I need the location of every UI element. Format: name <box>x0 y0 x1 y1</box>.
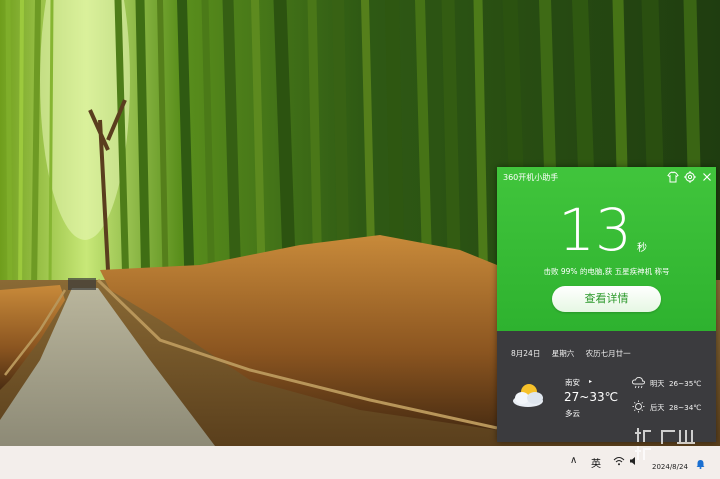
ranking-text: 击败 99% 的电脑,获 五星疾神机 称号 <box>543 267 670 276</box>
taskbar: ∧ 英 2024/8/24 <box>0 446 720 479</box>
forecast-range: 28~34℃ <box>668 403 702 412</box>
gear-icon[interactable] <box>683 170 697 184</box>
lunar-date-text: 农历七月廿一 <box>585 349 631 358</box>
forecast-range: 26~35℃ <box>668 379 702 388</box>
city-arrow-icon[interactable]: ▸ <box>589 378 592 385</box>
site-watermark-logo <box>635 428 695 460</box>
forecast-day: 明天 <box>650 379 665 388</box>
forecast-day: 后天 <box>650 403 665 412</box>
weekday-text: 星期六 <box>551 349 575 358</box>
show-hidden-icons-chevron[interactable]: ∧ <box>570 455 577 466</box>
close-icon[interactable] <box>700 170 714 184</box>
weather-condition: 多云 <box>565 409 580 418</box>
panel-title: 360开机小助手 <box>503 173 559 182</box>
boot-helper-panel: 360开机小助手 13 秒 击败 99% 的电脑,获 五星疾神机 称号 查看详情… <box>497 167 716 442</box>
input-method-indicator[interactable]: 英 <box>591 455 601 470</box>
wifi-icon[interactable] <box>613 456 625 466</box>
partly-cloudy-icon <box>513 384 543 407</box>
view-details-button[interactable]: 查看详情 <box>552 286 661 312</box>
boot-result-section: 360开机小助手 13 秒 击败 99% 的电脑,获 五星疾神机 称号 查看详情 <box>497 167 716 331</box>
boot-time-unit: 秒 <box>637 243 647 254</box>
date-text: 8月24日 <box>511 349 541 358</box>
sun-icon <box>632 400 645 413</box>
skin-shirt-icon[interactable] <box>666 170 680 184</box>
cloud-rain-icon <box>631 376 646 389</box>
boot-time-value: 13 <box>558 196 632 264</box>
temperature-range: 27~33℃ <box>564 390 619 404</box>
city-name[interactable]: 南安 <box>565 377 580 388</box>
date-row: 8月24日 星期六 农历七月廿一 <box>511 348 640 359</box>
